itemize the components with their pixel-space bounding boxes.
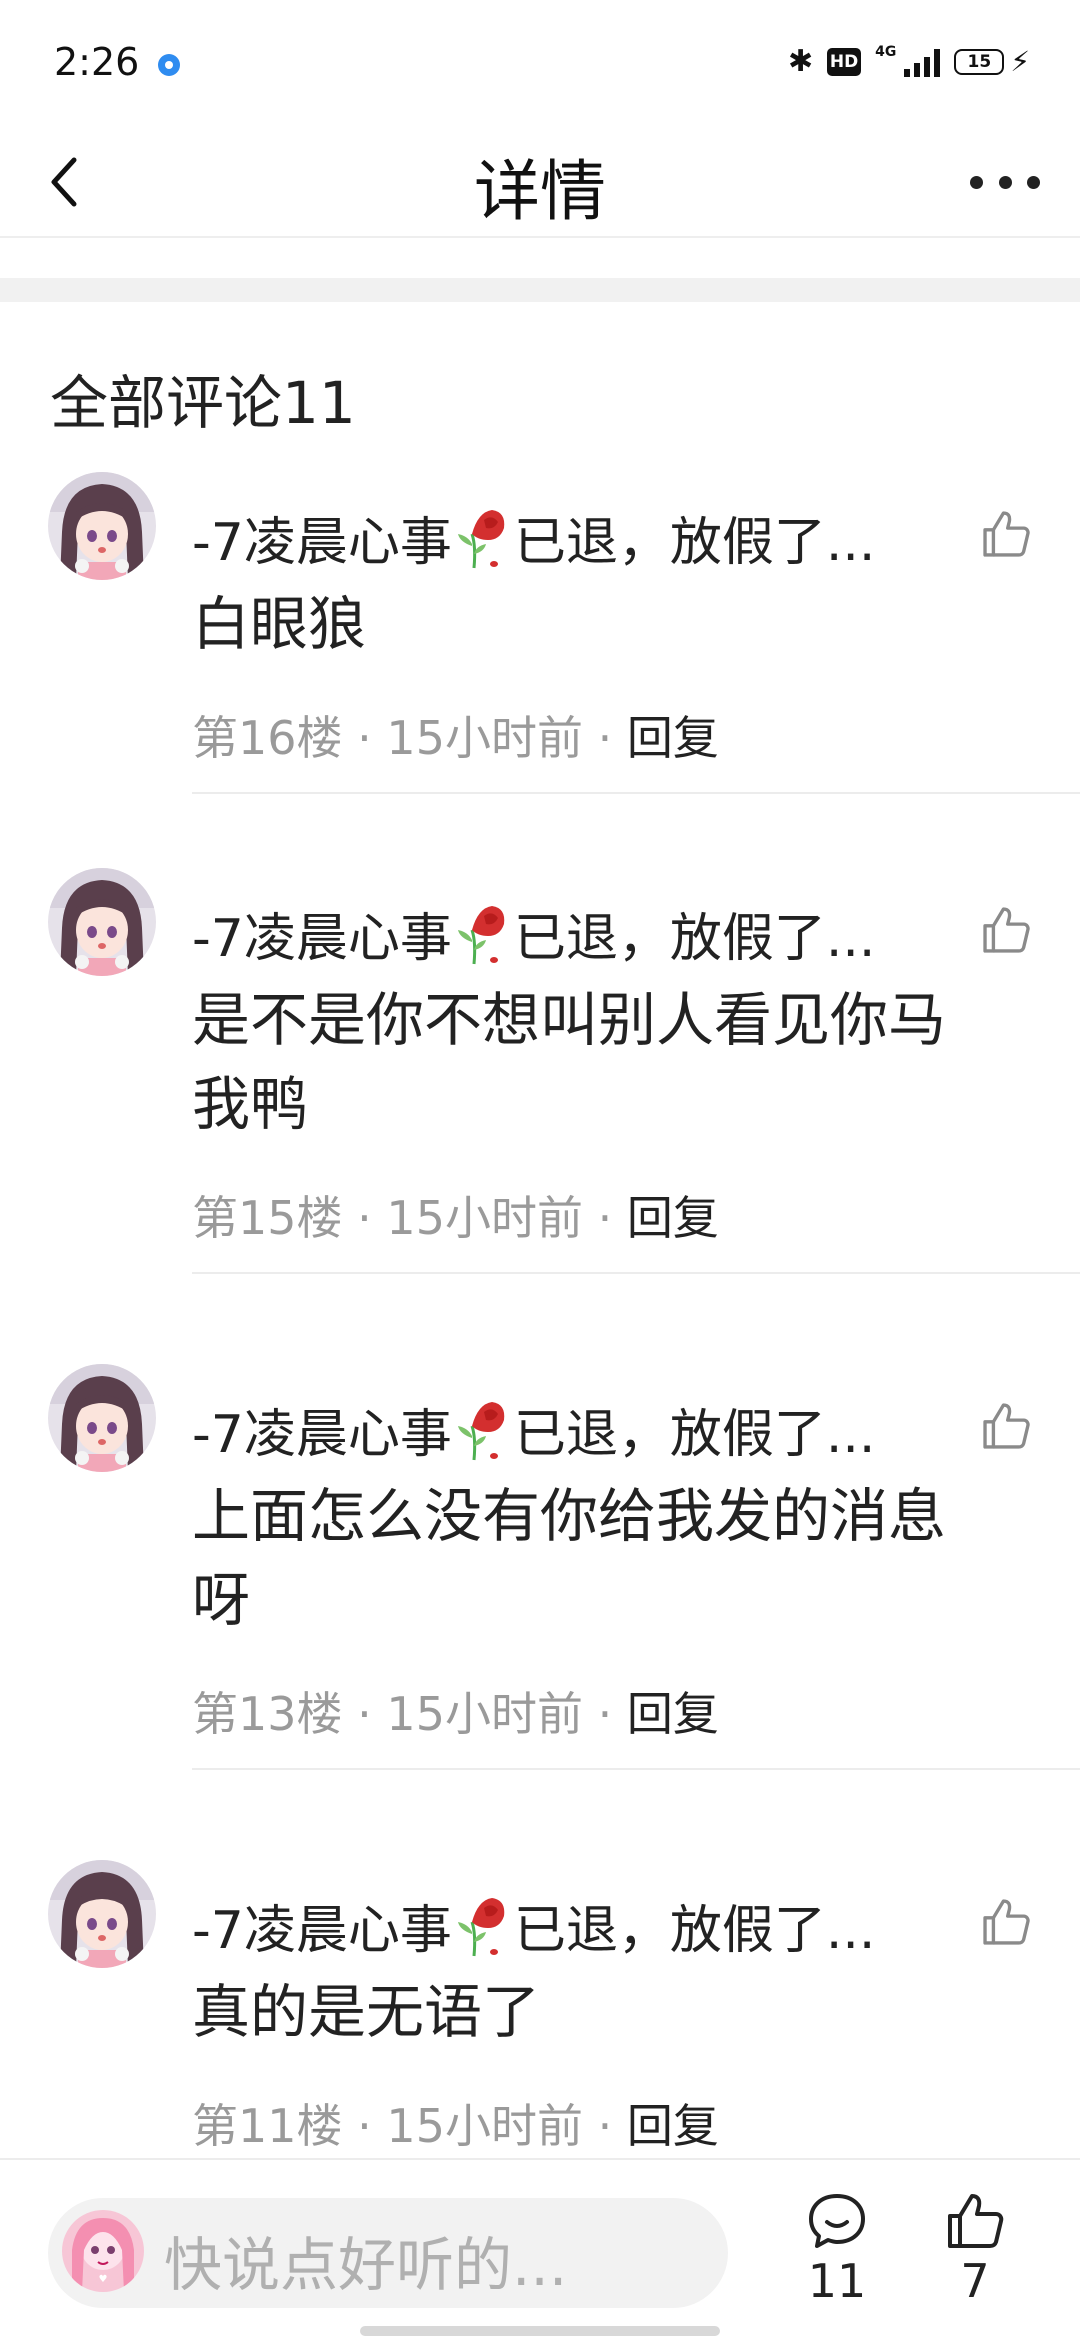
location-indicator-icon bbox=[158, 54, 180, 76]
meta-separator: · bbox=[342, 1191, 387, 1245]
comment-meta: 第13楼 · 15小时前 · 回复 bbox=[192, 1678, 719, 1744]
wilted-rose-icon bbox=[454, 1398, 512, 1462]
bluetooth-icon: ✱ bbox=[787, 44, 814, 79]
user-avatar: ♥ bbox=[62, 2210, 144, 2292]
avatar[interactable] bbox=[48, 868, 156, 976]
charging-icon: ⚡ bbox=[1010, 45, 1030, 78]
thumbs-up-icon bbox=[983, 1899, 1030, 1945]
meta-separator: · bbox=[582, 2099, 627, 2153]
comment-time: 15小时前 bbox=[386, 1687, 583, 1741]
meta-separator: · bbox=[342, 711, 387, 765]
avatar[interactable] bbox=[48, 1860, 156, 1968]
reply-button[interactable]: 回复 bbox=[627, 1191, 719, 1245]
battery-icon: 15 bbox=[954, 48, 1005, 75]
comment-separator bbox=[192, 1272, 1080, 1274]
more-dot bbox=[970, 175, 983, 189]
comment-like-button[interactable] bbox=[980, 1896, 1032, 1948]
author-name-suffix: 已退，放假了... bbox=[513, 513, 876, 573]
comment-meta: 第16楼 · 15小时前 · 回复 bbox=[192, 702, 719, 768]
meta-separator: · bbox=[582, 1191, 627, 1245]
status-bar: 2:26 ✱ HD 4G 15 ⚡ bbox=[0, 0, 1080, 130]
svg-text:♥: ♥ bbox=[99, 2274, 108, 2285]
comment-time: 15小时前 bbox=[386, 2099, 583, 2153]
comment-time: 15小时前 bbox=[386, 1191, 583, 1245]
comment-separator bbox=[192, 792, 1080, 794]
home-indicator bbox=[360, 2326, 720, 2336]
thumbs-up-icon bbox=[948, 2194, 1004, 2248]
wilted-rose-icon bbox=[454, 506, 512, 570]
comment-author[interactable]: -7凌晨心事 已退，放假了... bbox=[192, 1392, 875, 1467]
comment-author[interactable]: -7凌晨心事 已退，放假了... bbox=[192, 896, 875, 971]
comment-meta: 第11楼 · 15小时前 · 回复 bbox=[192, 2090, 719, 2156]
author-name-prefix: -7凌晨心事 bbox=[192, 1901, 452, 1961]
author-name-prefix: -7凌晨心事 bbox=[192, 1405, 452, 1465]
floor-number: 第15楼 bbox=[192, 1191, 343, 1245]
comment-content: 白眼狼 bbox=[192, 590, 367, 658]
page-title: 详情 bbox=[474, 153, 606, 230]
comment-input-placeholder: 快说点好听的... bbox=[164, 2231, 568, 2299]
signal-icon bbox=[904, 47, 941, 77]
avatar[interactable] bbox=[48, 1364, 156, 1472]
comment-content: 上面怎么没有你给我发的消息呀 bbox=[192, 1482, 947, 1634]
author-name-prefix: -7凌晨心事 bbox=[192, 909, 452, 969]
author-name-suffix: 已退，放假了... bbox=[513, 1405, 876, 1465]
comments-heading: 全部评论11 bbox=[50, 369, 356, 437]
nav-bar: 详情 bbox=[0, 130, 1080, 238]
comment-button[interactable]: 11 bbox=[792, 2190, 882, 2308]
meta-separator: · bbox=[582, 1687, 627, 1741]
thumbs-up-icon bbox=[983, 907, 1030, 953]
network-type: 4G bbox=[875, 44, 897, 60]
comment-meta: 第15楼 · 15小时前 · 回复 bbox=[192, 1182, 719, 1248]
floor-number: 第11楼 bbox=[192, 2099, 343, 2153]
comment-like-button[interactable] bbox=[980, 508, 1032, 560]
more-dot bbox=[1027, 175, 1040, 189]
like-count: 7 bbox=[960, 2254, 990, 2308]
like-post-button[interactable]: 7 bbox=[930, 2190, 1020, 2308]
author-name-suffix: 已退，放假了... bbox=[513, 1901, 876, 1961]
author-name-prefix: -7凌晨心事 bbox=[192, 513, 452, 573]
comment-content: 真的是无语了 bbox=[192, 1978, 541, 2046]
status-icons: ✱ HD 4G 15 ⚡ bbox=[788, 44, 1030, 79]
comment-like-button[interactable] bbox=[980, 904, 1032, 956]
floor-number: 第13楼 bbox=[192, 1687, 343, 1741]
hd-badge: HD bbox=[827, 47, 862, 76]
comment-bubble-icon bbox=[809, 2194, 865, 2248]
floor-number: 第16楼 bbox=[192, 711, 343, 765]
reply-button[interactable]: 回复 bbox=[627, 711, 719, 765]
reply-button[interactable]: 回复 bbox=[627, 1687, 719, 1741]
comment-author[interactable]: -7凌晨心事 已退，放假了... bbox=[192, 1888, 875, 1963]
status-time: 2:26 bbox=[54, 40, 140, 84]
comment-author[interactable]: -7凌晨心事 已退，放假了... bbox=[192, 500, 875, 575]
meta-separator: · bbox=[342, 1687, 387, 1741]
meta-separator: · bbox=[582, 711, 627, 765]
more-button[interactable] bbox=[970, 152, 1040, 212]
bottom-bar: ♥ 快说点好听的... 11 7 bbox=[0, 2158, 1080, 2340]
comment-separator bbox=[192, 1768, 1080, 1770]
comment-content: 是不是你不想叫别人看见你马我鸭 bbox=[192, 986, 947, 1138]
comment-time: 15小时前 bbox=[386, 711, 583, 765]
more-dot bbox=[998, 175, 1012, 189]
meta-separator: · bbox=[342, 2099, 387, 2153]
author-name-suffix: 已退，放假了... bbox=[513, 909, 876, 969]
wilted-rose-icon bbox=[454, 902, 512, 966]
comment-count: 11 bbox=[807, 2254, 867, 2308]
comment-like-button[interactable] bbox=[980, 1400, 1032, 1452]
wilted-rose-icon bbox=[454, 1894, 512, 1958]
avatar[interactable] bbox=[48, 472, 156, 580]
reply-button[interactable]: 回复 bbox=[627, 2099, 719, 2153]
thumbs-up-icon bbox=[983, 1403, 1030, 1449]
section-divider bbox=[0, 278, 1080, 302]
thumbs-up-icon bbox=[983, 511, 1030, 557]
